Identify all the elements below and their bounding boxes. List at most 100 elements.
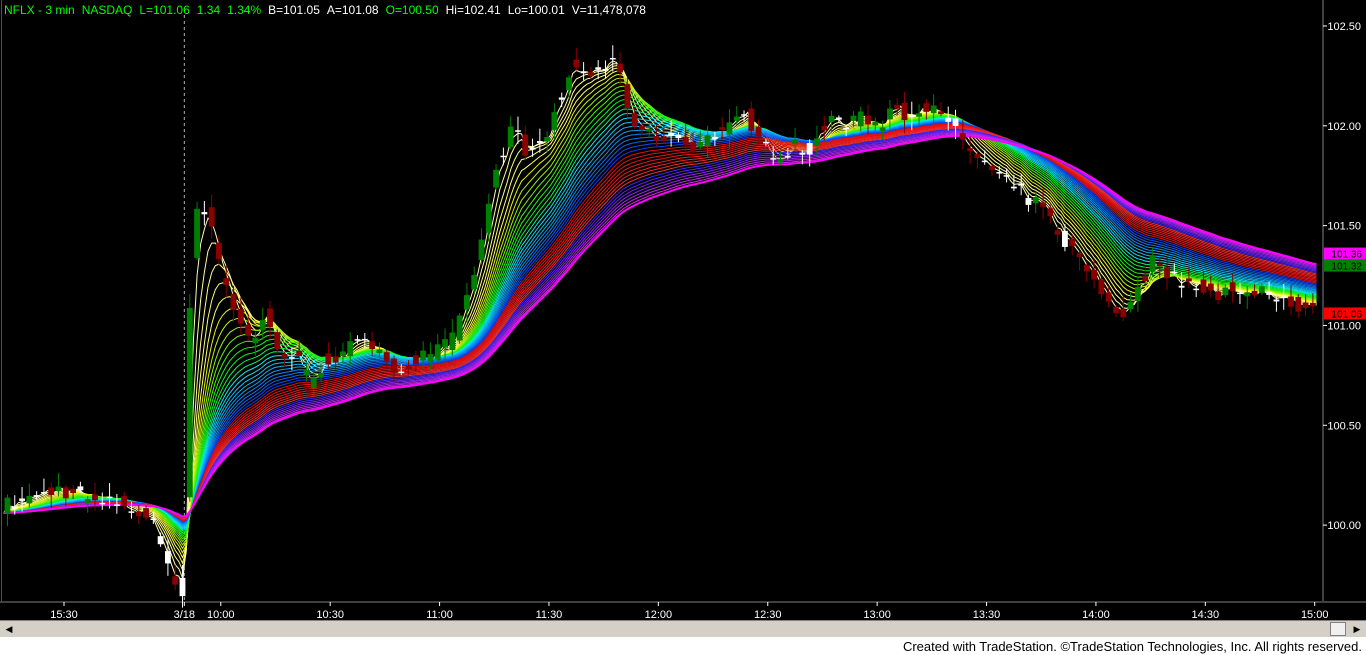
price-tick-label: 101.00 (1327, 320, 1361, 332)
candle[interactable] (507, 116, 514, 150)
time-tick-label: 15:30 (50, 609, 78, 620)
candle-body (391, 358, 397, 373)
candle[interactable] (464, 282, 470, 323)
candle-body (1164, 267, 1170, 279)
scroll-thumb[interactable] (1330, 622, 1346, 636)
candle-body (828, 115, 835, 123)
candle-body (172, 576, 179, 585)
candle[interactable] (974, 151, 981, 169)
candle[interactable] (259, 307, 266, 341)
candle-body (208, 207, 215, 227)
candle-body (580, 71, 587, 74)
candle[interactable] (1083, 261, 1090, 283)
candle[interactable] (456, 313, 463, 344)
candle-body (26, 495, 33, 504)
candle[interactable] (267, 300, 273, 339)
candle[interactable] (179, 564, 186, 608)
candle-body (296, 350, 303, 356)
candle-body (865, 115, 871, 125)
candle[interactable] (1134, 277, 1141, 312)
candle-body (55, 486, 62, 492)
scroll-left-icon[interactable]: ◀ (3, 623, 15, 635)
candle-body (930, 105, 937, 114)
candle-body (938, 111, 944, 115)
candle[interactable] (1076, 251, 1083, 271)
candle[interactable] (1054, 224, 1061, 243)
candle[interactable] (478, 228, 485, 265)
candle-body (1229, 282, 1236, 292)
candle-body (507, 126, 514, 147)
candle-body (536, 140, 543, 143)
price-tick-label: 102.00 (1327, 121, 1361, 133)
candle[interactable] (617, 51, 623, 87)
candle-body (412, 355, 419, 365)
candle[interactable] (500, 147, 507, 166)
candle-body (996, 172, 1003, 174)
candle[interactable] (92, 482, 98, 511)
candle[interactable] (1091, 259, 1098, 289)
candle-body (1098, 279, 1105, 295)
candle[interactable] (566, 74, 572, 99)
candle-body (646, 128, 653, 132)
scroll-right-icon[interactable]: ▶ (1351, 623, 1363, 635)
candle[interactable] (434, 334, 441, 364)
candle[interactable] (1142, 265, 1149, 285)
candle-body (799, 152, 806, 155)
candle[interactable] (1098, 276, 1105, 300)
candle[interactable] (186, 294, 193, 502)
candle[interactable] (1018, 174, 1025, 196)
candle[interactable] (515, 116, 521, 144)
candle-body (631, 113, 638, 127)
candle[interactable] (1113, 304, 1119, 317)
candle-body (1309, 302, 1316, 306)
open-price: O=100.50 (386, 3, 439, 17)
candle[interactable] (383, 349, 390, 369)
candle-body (1149, 255, 1156, 272)
candle[interactable] (121, 491, 128, 509)
candle[interactable] (573, 47, 580, 71)
candle-body (471, 274, 478, 290)
candle[interactable] (938, 102, 944, 117)
price-tick-label: 100.50 (1327, 420, 1361, 432)
candle[interactable] (361, 332, 368, 349)
candle[interactable] (1105, 286, 1112, 308)
ma-line (3, 63, 1317, 580)
candle[interactable] (449, 318, 456, 356)
candle[interactable] (4, 494, 11, 527)
candle[interactable] (208, 194, 215, 239)
candle[interactable] (237, 297, 244, 335)
candle-body (442, 339, 448, 348)
price-tag: 101.36 (1324, 247, 1366, 261)
candle[interactable] (1295, 294, 1302, 318)
candle[interactable] (639, 122, 645, 135)
candle-body (332, 356, 339, 363)
candle-body (1062, 230, 1068, 247)
candle-body (814, 138, 820, 146)
footer: Created with TradeStation. ©TradeStation… (0, 637, 1366, 655)
candle[interactable] (580, 62, 587, 81)
candle-body (493, 169, 500, 188)
candle-body (697, 142, 704, 147)
candle-body (186, 307, 193, 498)
candle[interactable] (41, 478, 47, 496)
candle-body (653, 136, 660, 141)
candle[interactable] (1273, 296, 1280, 312)
candle[interactable] (967, 135, 974, 165)
candle-body (4, 497, 11, 514)
ma-line (3, 60, 1317, 587)
candle[interactable] (996, 166, 1003, 179)
candle[interactable] (1025, 194, 1032, 212)
candle[interactable] (493, 164, 500, 190)
candle[interactable] (536, 128, 543, 153)
candle-body (1193, 288, 1200, 291)
candle[interactable] (522, 125, 529, 161)
candle[interactable] (157, 532, 164, 547)
candle[interactable] (595, 60, 602, 80)
horizontal-scrollbar[interactable]: ◀ ▶ (0, 620, 1366, 638)
price-chart[interactable]: 102.50 102.00 101.50 101.00 100.50 100.00 101.… (0, 0, 1366, 620)
copyright-text: Created with TradeStation. ©TradeStation… (902, 639, 1362, 654)
candle[interactable] (194, 201, 200, 261)
candle[interactable] (1069, 234, 1076, 256)
candle[interactable] (274, 329, 281, 355)
candle-body (11, 507, 18, 509)
